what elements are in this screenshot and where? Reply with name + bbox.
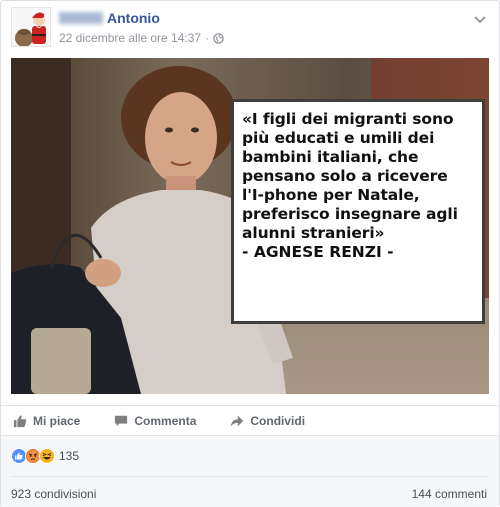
divider [11,476,489,477]
post-image[interactable]: «I figli dei migranti sono più educati e… [11,58,489,394]
comments-count[interactable]: 144 commenti [412,487,487,501]
share-arrow-icon [231,415,244,426]
author-avatar[interactable] [11,7,51,47]
globe-icon[interactable] [213,32,224,44]
reaction-icons [11,448,55,464]
santa-avatar-icon [12,8,50,46]
reactions-summary[interactable]: 135 [11,448,79,464]
chevron-down-icon[interactable] [473,11,487,24]
haha-icon [39,448,55,464]
action-bar: Mi piace Commenta Condividi [1,405,499,435]
like-button[interactable]: Mi piace [13,414,80,428]
quote-box: «I figli dei migranti sono più educati e… [231,99,485,324]
comment-label: Commenta [134,413,197,428]
meta-separator: · [205,31,210,45]
reactions-count: 135 [59,449,80,463]
author-name[interactable]: Antonio [59,10,160,26]
facebook-post: Antonio 22 dicembre alle ore 14:37 · «I … [0,0,500,507]
quote-text: «I figli dei migranti sono più educati e… [242,110,458,242]
reactions-section: 135 923 condivisioni 144 commenti [1,435,499,507]
quote-attribution: - AGNESE RENZI - [242,243,394,261]
share-label: Condividi [250,413,306,428]
thumbs-up-icon [13,414,27,427]
redacted-surname [59,12,103,24]
comment-button[interactable]: Commenta [114,414,196,428]
comment-icon [115,415,128,426]
share-button[interactable]: Condividi [230,414,305,428]
post-timestamp[interactable]: 22 dicembre alle ore 14:37 [59,31,201,45]
shares-count[interactable]: 923 condivisioni [11,487,96,501]
like-label: Mi piace [33,413,81,428]
post-meta: 22 dicembre alle ore 14:37 · [59,31,224,45]
